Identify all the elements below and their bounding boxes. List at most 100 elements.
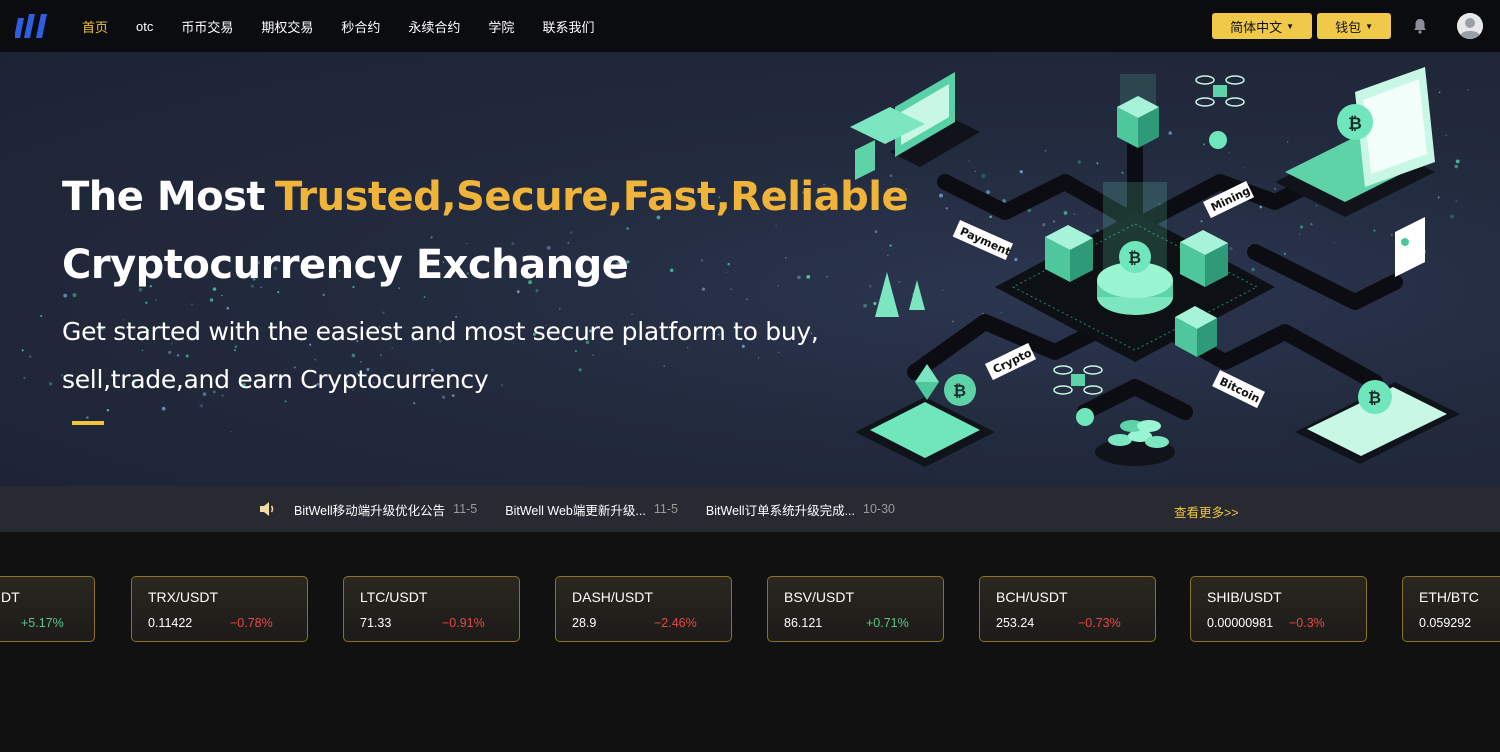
svg-text:₿: ₿ xyxy=(953,381,966,400)
particle-dot xyxy=(746,298,748,301)
particle-dot xyxy=(145,301,148,304)
tag-payment: Payment xyxy=(952,220,1013,261)
ticker-change: −0.91% xyxy=(442,616,485,630)
announcement-list: BitWell移动端升级优化公告 11-5 BitWell Web端更新升级..… xyxy=(294,486,923,532)
particle-dot xyxy=(516,290,520,294)
ticker-pair: ETH/BTC xyxy=(1419,589,1479,605)
particle-dot xyxy=(775,224,777,227)
ticker-change: −0.3% xyxy=(1289,616,1325,630)
bell-icon[interactable] xyxy=(1411,17,1429,35)
particle-dot xyxy=(785,257,787,259)
market-ticker-strip: DT +5.17% TRX/USDT 0.11422 −0.78% LTC/US… xyxy=(0,532,1500,752)
nav-item-perpetual-contract[interactable]: 永续合约 xyxy=(408,17,460,36)
crypto-network-illustration: ₿ ₿ ₿ ₿ Payment Mining Crypto Bitcoin xyxy=(850,67,1460,467)
announcement-title: BitWell移动端升级优化公告 xyxy=(294,503,446,518)
ticker-change: +0.71% xyxy=(866,616,909,630)
tablet-bottom-left: ₿ xyxy=(855,364,995,467)
logo-icon[interactable] xyxy=(15,12,51,40)
nav-right-group: 简体中文 ▼ 钱包 ▼ xyxy=(1207,0,1483,52)
particle-dot xyxy=(28,355,32,359)
nav-item-second-contract[interactable]: 秒合约 xyxy=(341,17,380,36)
particle-dot xyxy=(155,299,157,301)
particle-dot xyxy=(86,416,89,419)
particle-dot xyxy=(161,406,166,411)
nav-item-otc[interactable]: otc xyxy=(136,19,153,34)
ticker-price: 0.059292 xyxy=(1419,616,1472,630)
top-navbar: 首页 otc 币币交易 期权交易 秒合约 永续合约 学院 联系我们 简体中文 ▼… xyxy=(0,0,1500,52)
ticker-card[interactable]: ETH/BTC 0.059292 xyxy=(1402,576,1500,642)
ticker-change: +5.17% xyxy=(21,616,64,630)
nav-item-contact-us[interactable]: 联系我们 xyxy=(542,17,594,36)
announcement-item[interactable]: BitWell Web端更新升级... 11-5 xyxy=(505,500,678,519)
nav-item-home[interactable]: 首页 xyxy=(82,17,108,36)
ticker-card[interactable]: BSV/USDT 86.121 +0.71% xyxy=(767,576,944,642)
ticker-price: 71.33 xyxy=(360,616,392,630)
ticker-card[interactable]: LTC/USDT 71.33 −0.91% xyxy=(343,576,520,642)
ticker-pair: LTC/USDT xyxy=(360,589,428,605)
hero-banner: The Most Trusted,Secure,Fast,Reliable Cry… xyxy=(0,52,1500,486)
ticker-price: 86.121 xyxy=(784,616,823,630)
ticker-card[interactable]: BCH/USDT 253.24 −0.73% xyxy=(979,576,1156,642)
view-more-link[interactable]: 查看更多>> xyxy=(1174,502,1239,521)
hero-title-line1: The Most Trusted,Secure,Fast,Reliable xyxy=(62,174,909,220)
server-tower-top xyxy=(1117,74,1159,148)
nav-item-options-trading[interactable]: 期权交易 xyxy=(261,17,313,36)
hero-title-line2: Cryptocurrency Exchange xyxy=(62,242,629,288)
hero-subtitle: Get started with the easiest and most se… xyxy=(62,317,819,394)
particle-dot xyxy=(826,275,828,278)
ticker-price: 0.00000981 xyxy=(1207,616,1274,630)
ticker-pair: DASH/USDT xyxy=(572,589,653,605)
coin-pile xyxy=(1095,420,1175,466)
particle-dot xyxy=(72,293,77,298)
info-card-right xyxy=(1395,217,1425,277)
announcement-bar: BitWell移动端升级优化公告 11-5 BitWell Web端更新升级..… xyxy=(0,486,1500,532)
ticker-pair: TRX/USDT xyxy=(148,589,218,605)
wallet-button[interactable]: 钱包 ▼ xyxy=(1317,13,1391,39)
ticker-card[interactable]: DASH/USDT 28.9 −2.46% xyxy=(555,576,732,642)
announcement-date: 11-5 xyxy=(653,502,678,516)
announcement-date: 10-30 xyxy=(863,502,895,516)
particle-dot xyxy=(700,259,704,262)
caret-down-icon: ▼ xyxy=(1286,21,1295,31)
announcement-item[interactable]: BitWell订单系统升级完成... 10-30 xyxy=(706,500,895,519)
particle-dot xyxy=(535,289,539,293)
ticker-pair: DT xyxy=(1,589,20,605)
announcement-item[interactable]: BitWell移动端升级优化公告 11-5 xyxy=(294,500,477,519)
announcement-date: 11-5 xyxy=(453,502,478,516)
speaker-icon xyxy=(260,502,274,516)
ticker-pair: BSV/USDT xyxy=(784,589,855,605)
hero-title-highlight: Trusted,Secure,Fast,Reliable xyxy=(275,174,909,220)
language-label: 简体中文 xyxy=(1230,19,1283,35)
coin-floating xyxy=(1076,408,1094,426)
cone-right xyxy=(909,280,925,310)
language-select-button[interactable]: 简体中文 ▼ xyxy=(1212,13,1313,39)
caret-down-icon: ▼ xyxy=(1365,21,1373,31)
main-menu: 首页 otc 币币交易 期权交易 秒合约 永续合约 学院 联系我们 xyxy=(82,0,622,52)
particle-dot xyxy=(221,294,223,297)
particle-dot xyxy=(322,293,325,297)
nav-item-academy[interactable]: 学院 xyxy=(488,17,514,36)
ticker-card[interactable]: DT +5.17% xyxy=(0,576,95,642)
particle-dot xyxy=(430,236,433,239)
ticker-card[interactable]: SHIB/USDT 0.00000981 −0.3% xyxy=(1190,576,1367,642)
drone-top xyxy=(1195,75,1245,107)
particle-dot xyxy=(21,349,24,352)
particle-dot xyxy=(190,303,194,306)
particle-dot xyxy=(725,271,728,274)
particle-dot xyxy=(730,288,732,291)
avatar[interactable] xyxy=(1457,13,1483,39)
particle-dot xyxy=(727,262,730,266)
particle-dot xyxy=(48,382,53,386)
particle-dot xyxy=(23,376,26,380)
nav-item-spot-trading[interactable]: 币币交易 xyxy=(181,17,233,36)
particle-dot xyxy=(138,287,143,292)
cone-left xyxy=(875,272,899,317)
svg-text:₿: ₿ xyxy=(1368,388,1381,407)
hero-accent-bar xyxy=(72,421,104,425)
particle-dot xyxy=(63,293,68,298)
particle-dot xyxy=(806,274,811,279)
ticker-price: 253.24 xyxy=(996,616,1035,630)
ticker-card[interactable]: TRX/USDT 0.11422 −0.78% xyxy=(131,576,308,642)
tag-crypto: Crypto xyxy=(985,342,1037,381)
ticker-pair: SHIB/USDT xyxy=(1207,589,1282,605)
